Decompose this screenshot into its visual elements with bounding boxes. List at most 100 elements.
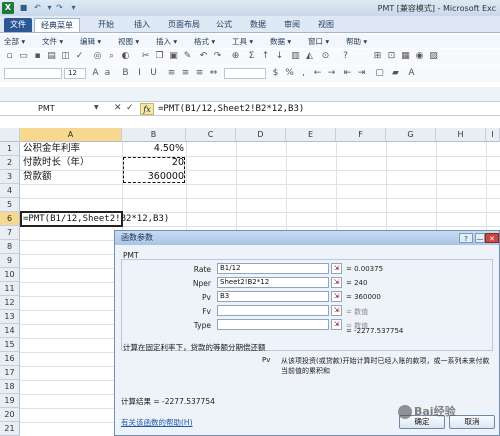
column-header-e[interactable]: E (286, 128, 336, 142)
increase-decimal-icon[interactable]: ← (312, 68, 323, 79)
find-icon[interactable]: ⌕ (106, 51, 117, 62)
tab-home[interactable]: 开始 (92, 18, 120, 32)
save-icon[interactable]: ■ (18, 2, 29, 13)
undo-icon[interactable]: ↶ (198, 51, 209, 62)
chart-icon[interactable]: ▥ (290, 51, 301, 62)
menu-format[interactable]: 格式 ▾ (194, 36, 215, 47)
row-header-20[interactable]: 20 (0, 408, 20, 422)
row-header-6[interactable]: 6 (0, 212, 20, 226)
paste-icon[interactable]: ▣ (168, 51, 179, 62)
borders-icon[interactable]: ▢ (374, 68, 385, 79)
row-header-10[interactable]: 10 (0, 268, 20, 282)
confirm-entry-icon[interactable]: ✓ (126, 103, 134, 113)
select-all-corner[interactable] (0, 128, 20, 142)
font-color-icon[interactable]: A (406, 68, 417, 79)
autosum-icon[interactable]: Σ (246, 51, 257, 62)
print-icon[interactable]: ▤ (46, 51, 57, 62)
row-header-16[interactable]: 16 (0, 352, 20, 366)
redo-icon[interactable]: ↷ (54, 2, 65, 13)
menu-data[interactable]: 数据 ▾ (270, 36, 291, 47)
sort-descending-icon[interactable]: ↓ (274, 51, 285, 62)
name-box[interactable]: PMT (2, 103, 102, 115)
print-area-icon[interactable]: ▦ (400, 51, 411, 62)
merge-cells-icon[interactable]: ⊞ (372, 51, 383, 62)
formula-input[interactable]: =PMT(B1/12,Sheet2!B2*12,B3) (158, 103, 304, 115)
cell-b1[interactable]: 4.50% (122, 142, 184, 156)
zoom-icon[interactable]: ⊙ (320, 51, 331, 62)
insert-function-icon[interactable]: fx (140, 103, 154, 115)
font-size-select[interactable]: 12 (64, 68, 86, 79)
menu-view[interactable]: 视图 ▾ (118, 36, 139, 47)
row-header-19[interactable]: 19 (0, 394, 20, 408)
row-header-18[interactable]: 18 (0, 380, 20, 394)
collapse-dialog-icon[interactable]: ⇲ (331, 277, 342, 288)
row-header-1[interactable]: 1 (0, 142, 20, 156)
row-header-2[interactable]: 2 (0, 156, 20, 170)
cell-a1[interactable]: 公积金年利率 (23, 142, 80, 156)
align-right-icon[interactable]: ≡ (194, 68, 205, 79)
cancel-entry-icon[interactable]: ✕ (114, 103, 122, 113)
decrease-decimal-icon[interactable]: → (326, 68, 337, 79)
arg-input-rate[interactable]: B1/12 (217, 263, 329, 274)
menu-help[interactable]: 帮助 ▾ (346, 36, 367, 47)
new-document-icon[interactable]: ▫ (4, 51, 15, 62)
row-header-14[interactable]: 14 (0, 324, 20, 338)
underline-icon[interactable]: U (148, 68, 159, 79)
save-icon[interactable]: ▪ (32, 51, 43, 62)
customize-quick-access-icon[interactable]: ▾ (68, 2, 79, 13)
copy-icon[interactable]: ❐ (154, 51, 165, 62)
tab-formulas[interactable]: 公式 (210, 18, 238, 32)
dialog-help-icon[interactable]: ? (459, 233, 473, 243)
row-header-7[interactable]: 7 (0, 226, 20, 240)
align-left-icon[interactable]: ≡ (166, 68, 177, 79)
fill-color-icon[interactable]: ▰ (390, 68, 401, 79)
print-preview-icon[interactable]: ◫ (60, 51, 71, 62)
research-icon[interactable]: ◎ (92, 51, 103, 62)
column-header-i[interactable]: I (486, 128, 500, 142)
row-header-11[interactable]: 11 (0, 282, 20, 296)
menu-edit[interactable]: 编辑 ▾ (80, 36, 101, 47)
menu-all[interactable]: 全部 ▾ (4, 36, 25, 47)
currency-icon[interactable]: $ (270, 68, 281, 79)
italic-icon[interactable]: I (134, 68, 145, 79)
row-header-15[interactable]: 15 (0, 338, 20, 352)
tab-data[interactable]: 数据 (244, 18, 272, 32)
tab-review[interactable]: 审阅 (278, 18, 306, 32)
menu-file[interactable]: 文件 ▾ (42, 36, 63, 47)
collapse-dialog-icon[interactable]: ⇲ (331, 263, 342, 274)
decrease-indent-icon[interactable]: ⇤ (342, 68, 353, 79)
column-header-f[interactable]: F (336, 128, 386, 142)
format-painter-icon[interactable]: ✎ (182, 51, 193, 62)
row-header-21[interactable]: 21 (0, 422, 20, 436)
column-header-a[interactable]: A (20, 128, 122, 142)
paste-values-icon[interactable]: ⊡ (386, 51, 397, 62)
dialog-minimize-icon[interactable]: — (475, 233, 485, 243)
menu-insert[interactable]: 插入 ▾ (156, 36, 177, 47)
column-header-d[interactable]: D (236, 128, 286, 142)
row-header-5[interactable]: 5 (0, 198, 20, 212)
cell-a3[interactable]: 贷款额 (23, 170, 52, 184)
shrink-font-icon[interactable]: a (102, 68, 113, 79)
arg-input-pv[interactable]: B3 (217, 291, 329, 302)
percent-icon[interactable]: % (284, 68, 295, 79)
menu-tools[interactable]: 工具 ▾ (232, 36, 253, 47)
sort-ascending-icon[interactable]: ↑ (260, 51, 271, 62)
function-help-link[interactable]: 有关该函数的帮助(H) (121, 417, 193, 428)
row-header-4[interactable]: 4 (0, 184, 20, 198)
column-header-h[interactable]: H (436, 128, 486, 142)
arg-input-type[interactable] (217, 319, 329, 330)
tab-view[interactable]: 视图 (312, 18, 340, 32)
tab-classic-menu[interactable]: 经典菜单 (34, 18, 80, 32)
column-header-c[interactable]: C (186, 128, 236, 142)
drawing-icon[interactable]: ◭ (304, 51, 315, 62)
spell-check-icon[interactable]: ✓ (74, 51, 85, 62)
bold-icon[interactable]: B (120, 68, 131, 79)
camera-icon[interactable]: ◉ (414, 51, 425, 62)
column-header-g[interactable]: G (386, 128, 436, 142)
tab-insert[interactable]: 插入 (128, 18, 156, 32)
comma-style-icon[interactable]: , (298, 68, 309, 79)
open-folder-icon[interactable]: ▭ (18, 51, 29, 62)
hyperlink-icon[interactable]: ⊕ (230, 51, 241, 62)
tab-page-layout[interactable]: 页面布局 (162, 18, 206, 32)
help-icon[interactable]: ? (340, 51, 351, 62)
